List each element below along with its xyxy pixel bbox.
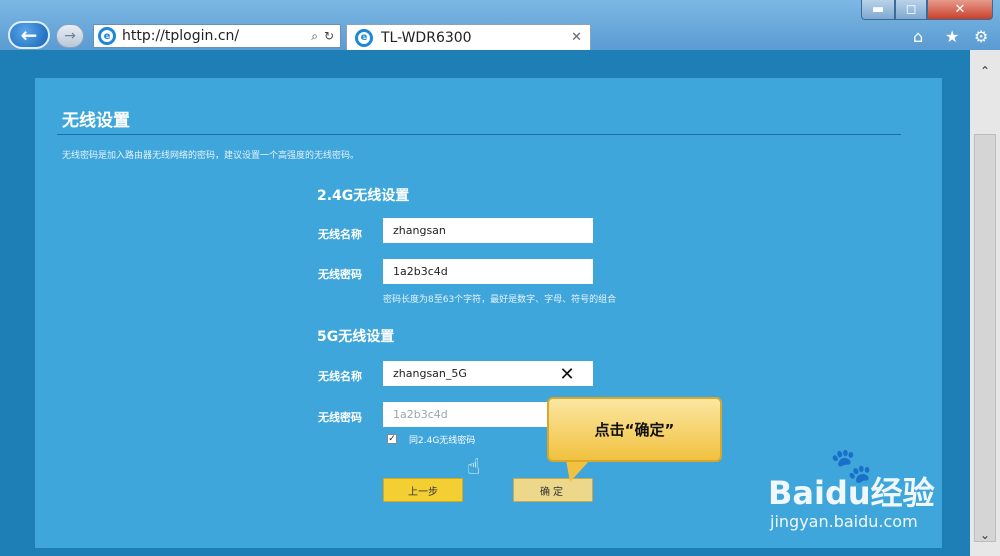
- browser-chrome: ▬ ◻ ✕ ← → e http://tplogin.cn/ ⌕ ↻ e TL-…: [0, 0, 1000, 50]
- baidu-watermark: 🐾 Baidu经验 jingyan.baidu.com: [768, 446, 958, 536]
- forward-button[interactable]: →: [56, 24, 84, 48]
- scroll-down-icon[interactable]: ⌄: [970, 528, 1000, 548]
- address-controls: ⌕ ↻: [311, 29, 340, 44]
- address-url[interactable]: http://tplogin.cn/: [122, 28, 239, 44]
- callout-tail: [566, 460, 590, 482]
- page-title: 无线设置: [62, 111, 130, 131]
- tab-title: TL-WDR6300: [381, 29, 472, 46]
- label-ssid-24g: 无线名称: [318, 228, 362, 241]
- maximize-button[interactable]: ◻: [895, 0, 927, 20]
- search-icon[interactable]: ⌕: [311, 29, 318, 44]
- minimize-button[interactable]: ▬: [861, 0, 895, 20]
- label-ssid-5g: 无线名称: [318, 370, 362, 383]
- home-icon[interactable]: ⌂: [913, 27, 923, 46]
- scroll-up-icon[interactable]: ⌃: [970, 64, 1000, 84]
- title-divider: [57, 134, 901, 135]
- label-password-24g: 无线密码: [318, 268, 362, 281]
- password-24g-input[interactable]: [383, 259, 593, 284]
- section-title-5g: 5G无线设置: [317, 329, 395, 345]
- panel-description: 无线密码是加入路由器无线网络的密码，建议设置一个高强度的无线密码。: [62, 151, 360, 161]
- close-window-button[interactable]: ✕: [927, 0, 993, 20]
- ie-logo-icon: e: [98, 27, 116, 45]
- password-hint: 密码长度为8至63个字符，最好是数字、字母、符号的组合: [383, 295, 617, 305]
- section-title-24g: 2.4G无线设置: [317, 188, 410, 204]
- scroll-thumb[interactable]: [974, 134, 996, 542]
- tab-active[interactable]: e TL-WDR6300 ✕: [346, 24, 591, 50]
- prev-step-button[interactable]: 上一步: [383, 478, 463, 502]
- instruction-callout: 点击“确定”: [547, 397, 722, 462]
- tab-close-icon[interactable]: ✕: [571, 30, 582, 45]
- back-button[interactable]: ←: [8, 21, 50, 49]
- ie-tab-icon: e: [355, 28, 373, 47]
- hand-cursor-icon: ☝: [467, 455, 481, 480]
- refresh-icon[interactable]: ↻: [324, 29, 334, 44]
- same-as-24g-checkbox[interactable]: ✓: [387, 434, 397, 444]
- gear-icon[interactable]: ⚙: [974, 27, 988, 46]
- clear-input-icon[interactable]: ✕: [555, 364, 579, 385]
- watermark-main: Baidu经验: [768, 474, 935, 512]
- same-as-24g-label: 同2.4G无线密码: [409, 436, 476, 446]
- watermark-url: jingyan.baidu.com: [770, 512, 918, 531]
- vertical-scrollbar[interactable]: ⌃ ⌄: [970, 50, 1000, 556]
- address-bar[interactable]: e http://tplogin.cn/ ⌕ ↻: [93, 24, 341, 48]
- star-icon[interactable]: ★: [945, 27, 959, 46]
- label-password-5g: 无线密码: [318, 411, 362, 424]
- ssid-24g-input[interactable]: [383, 218, 593, 243]
